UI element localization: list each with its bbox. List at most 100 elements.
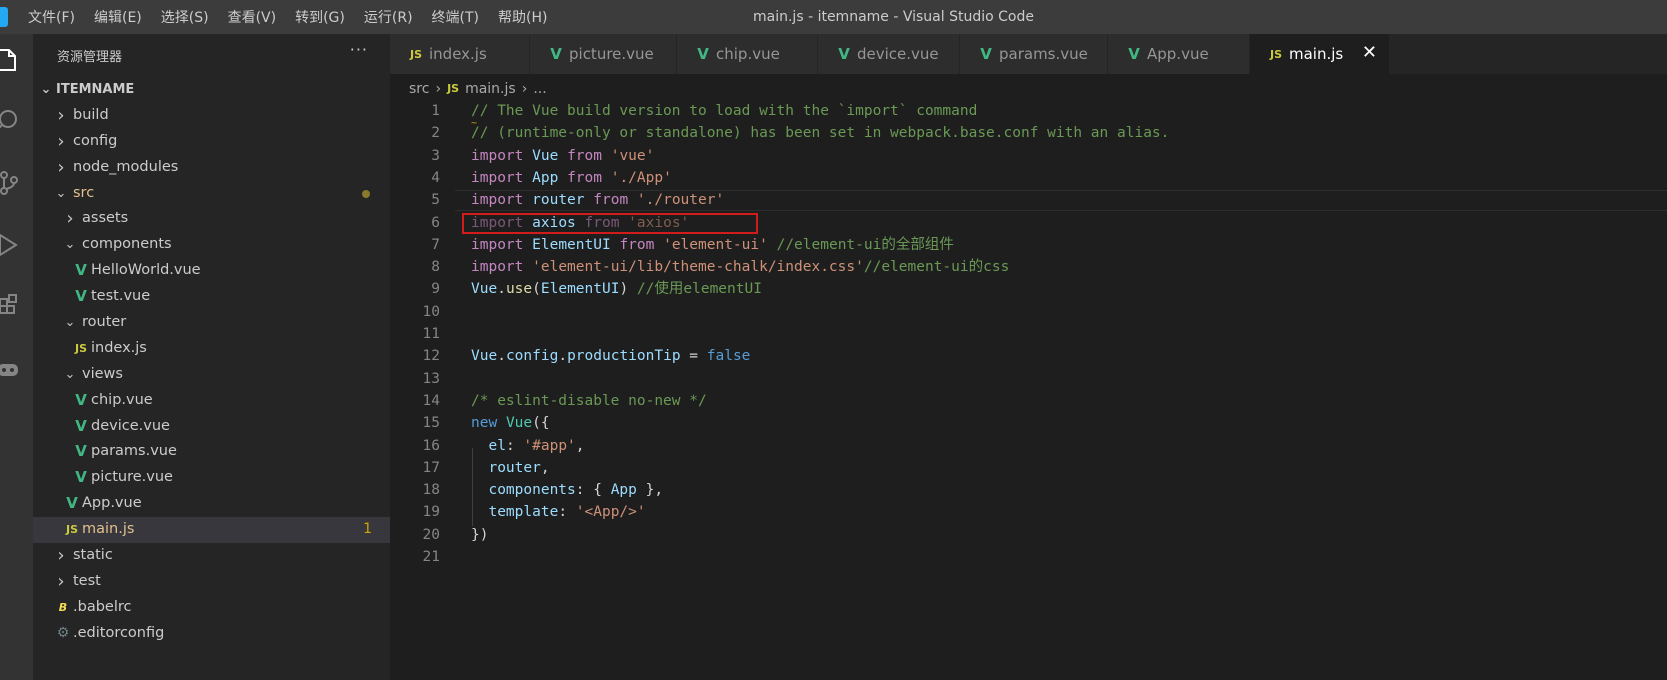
code-editor[interactable]: 1 // The Vue build version to load with t… — [390, 100, 1667, 680]
tree-item[interactable]: › node_modules — [33, 155, 390, 181]
chevron-right-icon: › — [57, 545, 65, 567]
code-token: //element-ui的全部组件 — [776, 236, 954, 253]
code-token: from — [593, 192, 629, 209]
tree-item[interactable]: Vchip.vue — [33, 388, 390, 414]
run-debug-icon[interactable] — [0, 232, 20, 257]
code-token: import — [471, 236, 524, 253]
code-token: ElementUI — [532, 236, 611, 253]
tree-item[interactable]: Vpicture.vue — [33, 465, 390, 491]
tree-item[interactable]: ⌄ views — [33, 362, 390, 388]
breadcrumb-folder[interactable]: src — [409, 78, 429, 100]
tree-item[interactable]: › test — [33, 569, 390, 595]
tab-main-js[interactable]: JS main.js ✕ — [1250, 34, 1390, 74]
editor-tabs: JS index.js Vpicture.vue Vchip.vue Vdevice.v… — [390, 34, 1667, 74]
code-token: './router' — [636, 192, 725, 209]
vue-file-icon: V — [75, 390, 87, 409]
code-token: /* eslint-disable no-new */ — [471, 392, 707, 409]
tab-label: index.js — [429, 45, 487, 63]
tree-item[interactable]: B .babelrc — [33, 595, 390, 621]
tab-picture-vue[interactable]: Vpicture.vue — [530, 34, 677, 74]
tree-item[interactable]: Vdevice.vue — [33, 414, 390, 440]
tab-App-vue[interactable]: V App.vue — [1108, 34, 1250, 74]
tree-item-label: static — [73, 547, 113, 564]
remote-icon[interactable] — [0, 358, 20, 382]
title-bar: 文件(F) 编辑(E) 选择(S) 查看(V) 转到(G) 运行(R) 终端(T… — [0, 0, 1667, 34]
tree-item[interactable]: Vtest.vue — [33, 284, 390, 310]
tab-label: params.vue — [999, 45, 1088, 63]
code-text: // The Vue build version to load with th… — [471, 100, 977, 122]
code-text: Vue.config.productionTip = false — [471, 345, 750, 367]
tree-item[interactable]: › build — [33, 103, 390, 129]
code-line: 8 import 'element-ui/lib/theme-chalk/inde… — [390, 256, 1667, 278]
project-name: ITEMNAME — [56, 82, 135, 97]
code-line: 15 new Vue({ — [390, 412, 1667, 434]
code-token: , — [575, 437, 585, 454]
tab-device-vue[interactable]: Vdevice.vue — [818, 34, 960, 74]
tree-item[interactable]: › config — [33, 129, 390, 155]
tree-item-label: build — [73, 106, 109, 123]
tree-item[interactable]: JS main.js 1 — [33, 517, 390, 544]
chevron-right-icon: › — [521, 81, 528, 97]
code-text: /* eslint-disable no-new */ — [471, 390, 707, 412]
code-token: './App' — [610, 169, 672, 186]
breadcrumb-file[interactable]: main.js — [465, 78, 516, 100]
code-token: components — [488, 482, 576, 499]
chevron-right-icon: › — [66, 208, 74, 230]
tree-item[interactable]: ⌄ router — [33, 310, 390, 336]
line-number: 17 — [422, 459, 440, 476]
tab-index-js[interactable]: JS index.js — [390, 34, 530, 74]
project-root[interactable]: ⌄ ITEMNAME — [33, 77, 390, 103]
tree-item[interactable]: V HelloWorld.vue — [33, 258, 390, 284]
code-token: import — [471, 192, 524, 209]
code-token: from — [567, 147, 602, 164]
tree-item-label: config — [73, 132, 118, 149]
code-token: //element-ui的css — [863, 259, 1010, 276]
chevron-down-icon: ⌄ — [40, 82, 52, 97]
chevron-right-icon: › — [57, 130, 65, 152]
vue-file-icon: V — [1128, 45, 1140, 63]
tree-item[interactable]: Vparams.vue — [33, 439, 390, 465]
tab-params-vue[interactable]: Vparams.vue — [960, 34, 1108, 74]
code-token: 'vue' — [610, 147, 655, 164]
search-icon[interactable] — [0, 108, 20, 132]
line-number: 12 — [422, 348, 440, 365]
vue-file-icon: V — [75, 468, 87, 487]
code-token: }, — [636, 482, 664, 499]
line-number: 8 — [431, 259, 440, 276]
code-token: // The Vue build version to load with th… — [471, 103, 978, 119]
tree-item-label: HelloWorld.vue — [91, 262, 201, 279]
code-text: import ElementUI from 'element-ui' //ele… — [471, 234, 954, 256]
chevron-right-icon: › — [57, 156, 65, 178]
tree-item[interactable]: ⌄ components — [33, 232, 390, 258]
close-icon[interactable]: ✕ — [1362, 42, 1377, 63]
breadcrumb-more[interactable]: ... — [533, 78, 546, 100]
source-control-icon[interactable] — [0, 170, 20, 195]
tree-item[interactable]: ⚙ .editorconfig — [33, 621, 390, 647]
code-text: import Vue from 'vue' — [471, 145, 654, 167]
tab-chip-vue[interactable]: Vchip.vue — [677, 34, 818, 74]
code-line: 1 // The Vue build version to load with t… — [390, 100, 1667, 122]
tree-item[interactable]: › assets — [33, 206, 390, 232]
tree-item[interactable]: V App.vue — [33, 491, 390, 517]
explorer-icon[interactable] — [0, 46, 20, 71]
tree-item[interactable]: ⌄ src — [33, 181, 390, 207]
chevron-down-icon: ⌄ — [64, 237, 76, 253]
tree-item[interactable]: › static — [33, 543, 390, 569]
code-token: //使用elementUI — [636, 281, 762, 298]
code-line: 12 Vue.config.productionTip = false — [390, 345, 1667, 367]
tree-item[interactable]: JS index.js — [33, 336, 390, 362]
tab-label: picture.vue — [569, 45, 654, 63]
code-text: import App from './App' — [471, 167, 672, 189]
line-number: 5 — [431, 192, 440, 209]
line-number: 1 — [431, 103, 440, 119]
line-number: 3 — [431, 147, 440, 164]
extensions-icon[interactable] — [0, 294, 20, 318]
more-actions-icon[interactable]: ··· — [350, 40, 368, 59]
